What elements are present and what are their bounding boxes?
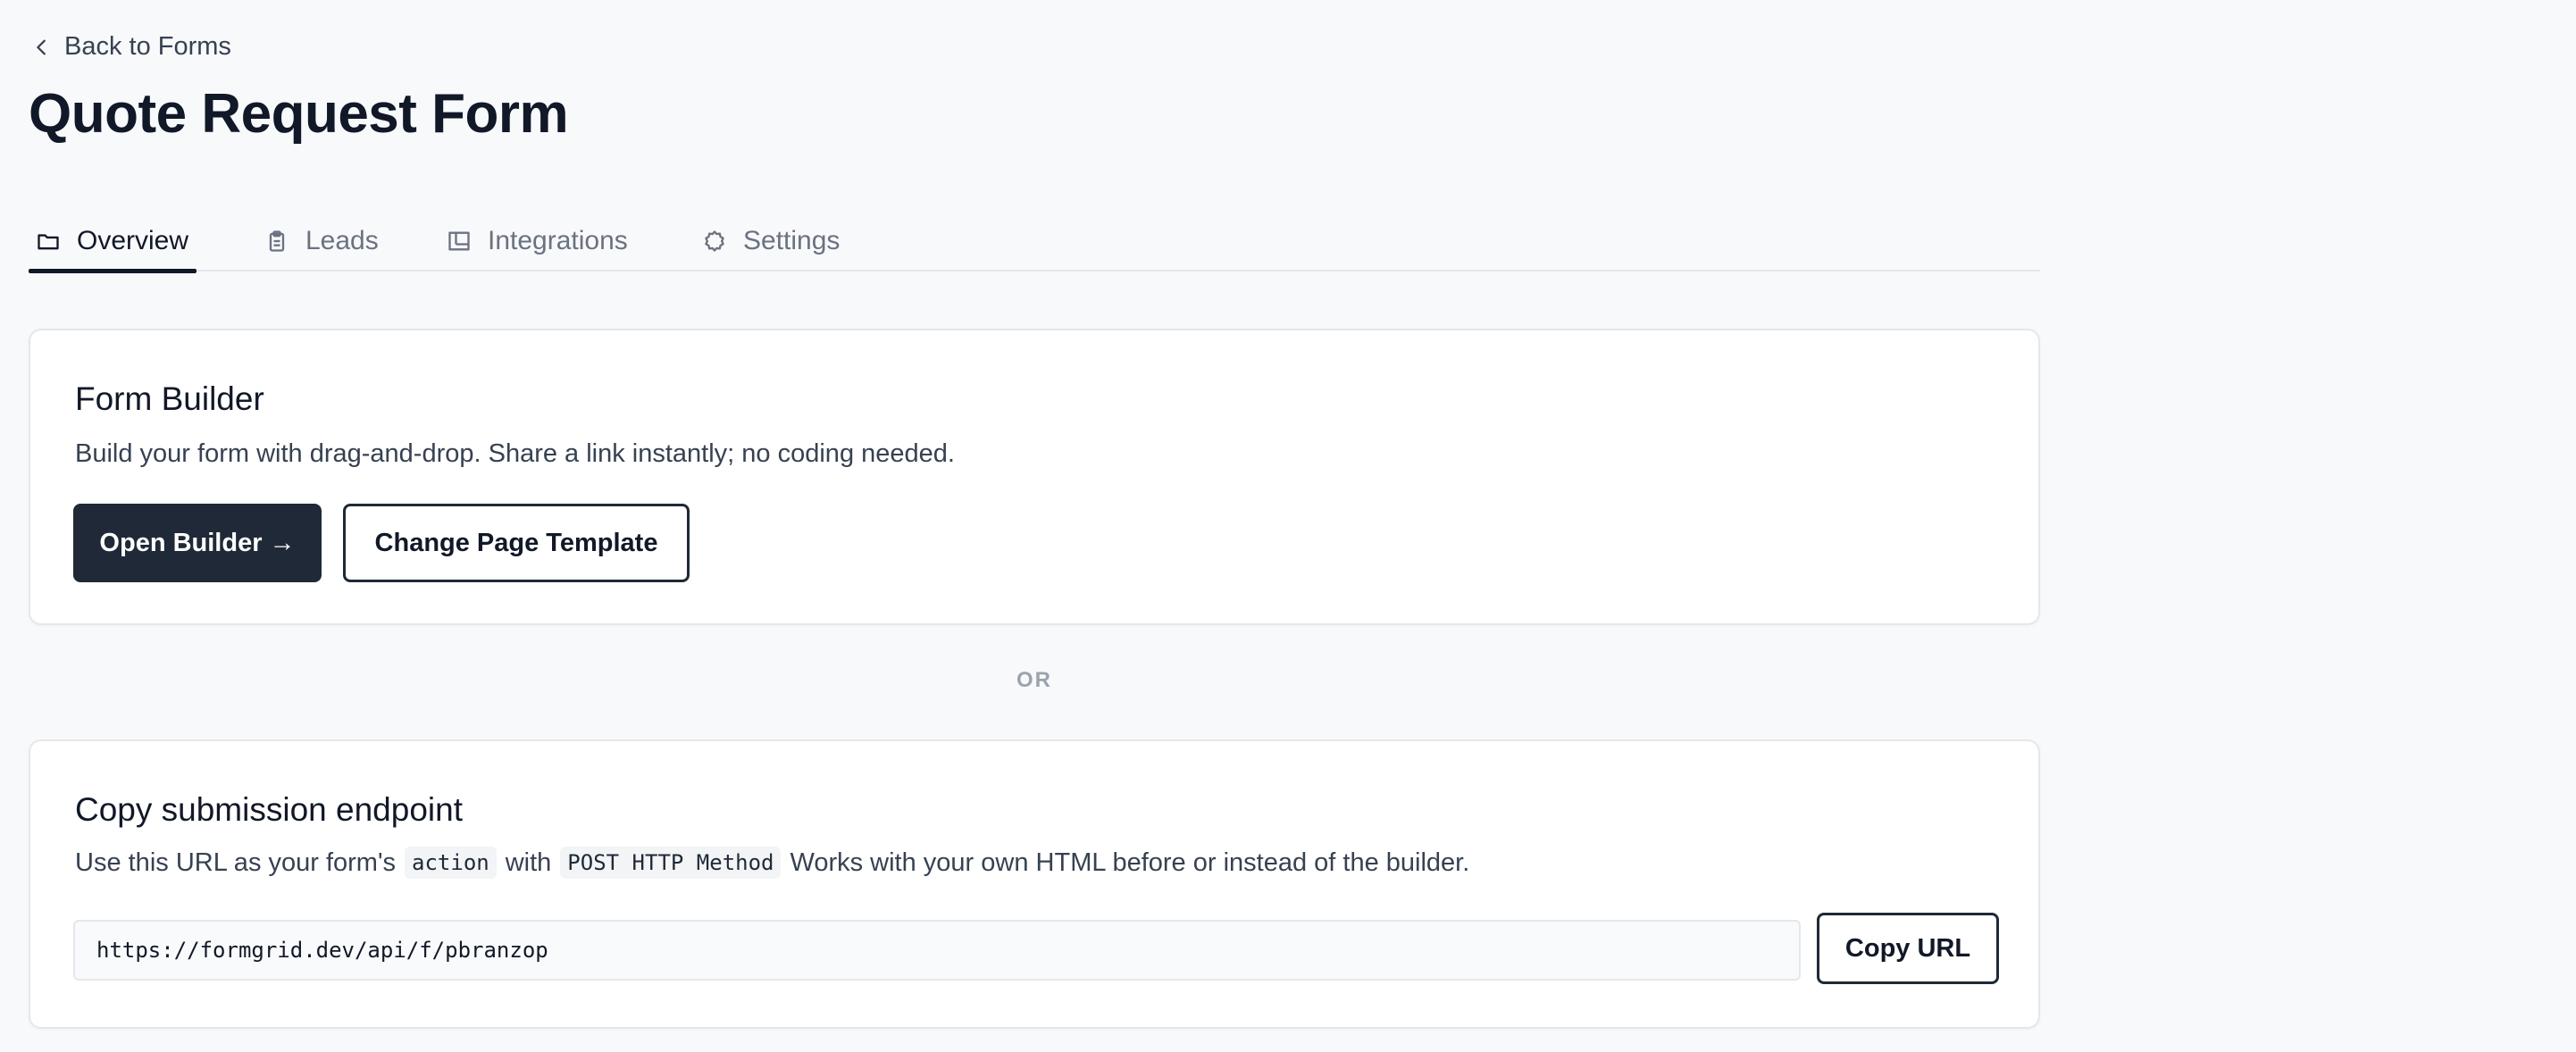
- code-method: POST HTTP Method: [560, 847, 782, 879]
- endpoint-url-field[interactable]: [73, 920, 1801, 981]
- tab-leads-label: Leads: [305, 226, 379, 255]
- back-link-label: Back to Forms: [64, 32, 231, 61]
- page: Back to Forms Quote Request Form Overvie…: [0, 0, 2576, 1052]
- layout-icon: [448, 231, 470, 251]
- form-builder-card: Form Builder Build your form with drag-a…: [29, 329, 2040, 625]
- tab-settings[interactable]: Settings: [695, 211, 847, 271]
- endpoint-title: Copy submission endpoint: [75, 791, 463, 828]
- clipboard-icon: [269, 230, 285, 252]
- tab-overview-label: Overview: [77, 226, 189, 255]
- tab-overview[interactable]: Overview: [29, 211, 197, 273]
- tab-integrations-label: Integrations: [488, 226, 628, 255]
- open-builder-button[interactable]: Open Builder →: [73, 504, 322, 582]
- chevron-left-icon: [37, 39, 46, 54]
- page-title: Quote Request Form: [29, 83, 569, 145]
- change-page-template-button[interactable]: Change Page Template: [343, 504, 690, 582]
- back-to-forms-link[interactable]: Back to Forms: [32, 32, 231, 62]
- folder-icon: [38, 234, 59, 250]
- tab-settings-label: Settings: [743, 226, 841, 255]
- gear-icon: [705, 230, 724, 252]
- tab-bar: Overview Leads Integrations Settings: [29, 211, 2040, 273]
- form-builder-title: Form Builder: [75, 380, 264, 417]
- tab-integrations[interactable]: Integrations: [439, 211, 635, 271]
- form-builder-description: Build your form with drag-and-drop. Shar…: [75, 439, 955, 468]
- or-divider: OR: [1016, 668, 1052, 692]
- endpoint-description: Use this URL as your form's action with …: [75, 847, 1469, 879]
- code-action: action: [405, 847, 497, 879]
- endpoint-desc-suffix: Works with your own HTML before or inste…: [790, 847, 1470, 877]
- copy-url-button[interactable]: Copy URL: [1817, 913, 1999, 984]
- submission-endpoint-card: Copy submission endpoint Use this URL as…: [29, 739, 2040, 1029]
- tab-leads[interactable]: Leads: [257, 211, 386, 271]
- endpoint-desc-prefix: Use this URL as your form's: [75, 847, 397, 877]
- endpoint-desc-with: with: [505, 847, 552, 877]
